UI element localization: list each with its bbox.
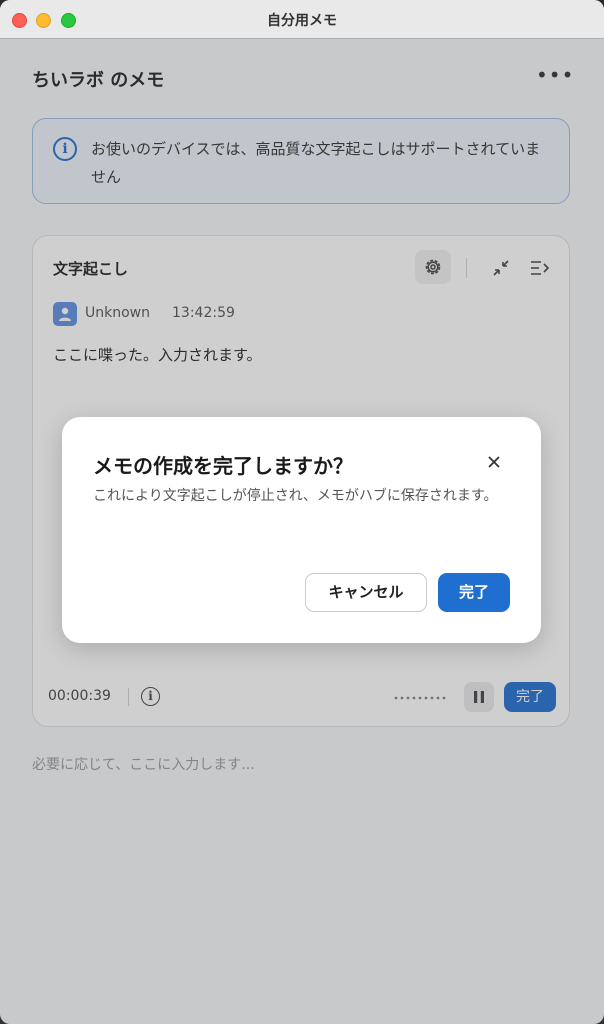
window-title: 自分用メモ	[267, 13, 337, 29]
dialog-message: これにより文字起こしが停止され、メモがハブに保存されます。	[93, 488, 498, 504]
confirm-dialog: メモの作成を完了しますか？ これにより文字起こしが停止され、メモがハブに保存され…	[62, 417, 541, 643]
close-icon[interactable]	[485, 453, 503, 471]
cancel-button[interactable]: キャンセル	[305, 573, 427, 612]
dialog-title: メモの作成を完了しますか？	[93, 454, 353, 478]
confirm-button[interactable]: 完了	[438, 573, 510, 612]
title-bar: 自分用メモ	[0, 0, 604, 39]
